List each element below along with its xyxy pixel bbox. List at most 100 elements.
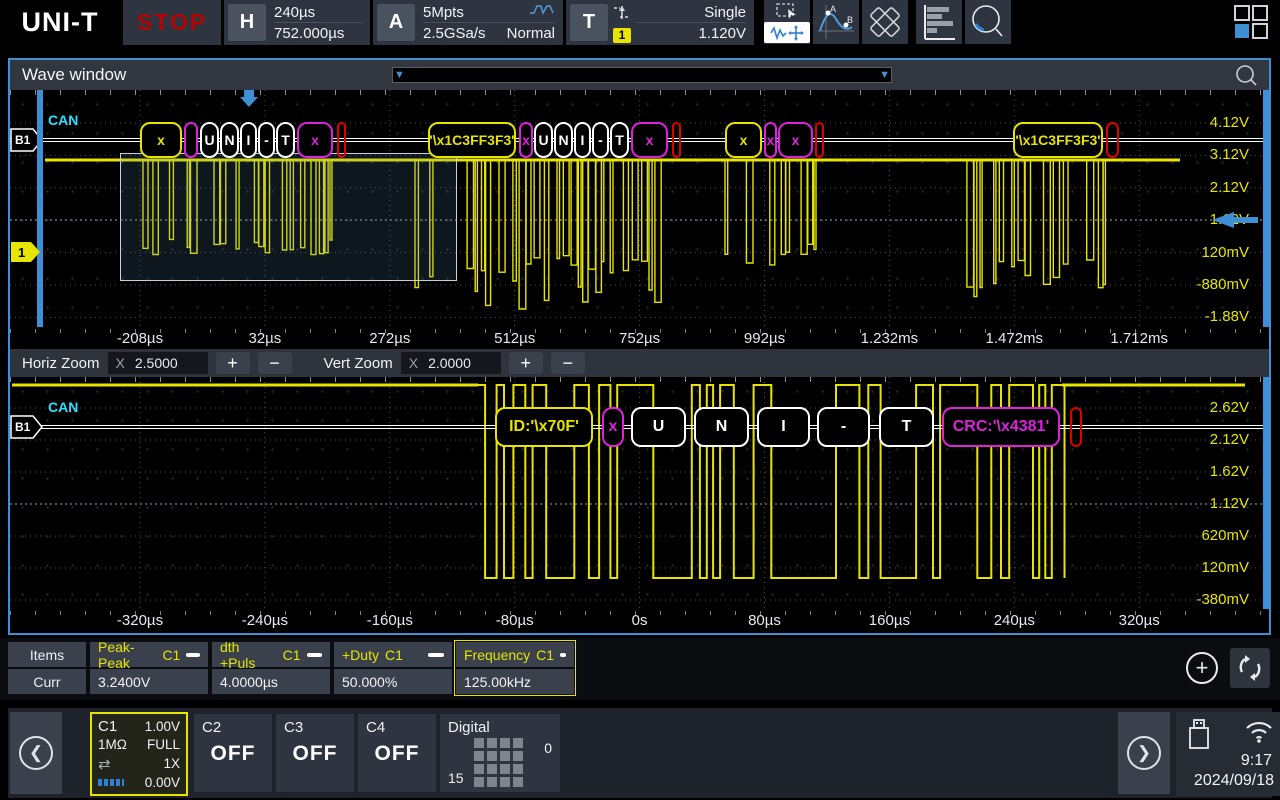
horizontal-scrollbar[interactable]: ▼ ▼: [392, 67, 892, 83]
trigger-panel[interactable]: T 1 Single 1.120V: [566, 0, 754, 45]
wave-window-title: Wave window: [22, 65, 126, 85]
time-label: 272µs: [369, 330, 410, 347]
measure-cell[interactable]: Peak-Peak C1 3.2400V: [90, 642, 208, 694]
measure-items-cell[interactable]: Items Curr: [8, 642, 86, 694]
wifi-icon: [1244, 718, 1274, 755]
volt-label: 2.62V: [1210, 399, 1249, 416]
collapse-dash-icon[interactable]: [428, 653, 444, 657]
zoom-region-box[interactable]: [120, 153, 457, 281]
measure-cell-header: +DutyC1: [334, 642, 452, 667]
measure-cell[interactable]: dth +PulsC14.0000µs: [212, 642, 330, 694]
panel-scroll-right-button[interactable]: ❯: [1118, 712, 1170, 794]
c1-bandwidth: FULL: [147, 737, 180, 752]
time-label: 0s: [632, 612, 648, 629]
main-time-axis: -208µs32µs272µs512µs752µs992µs1.232ms1.4…: [10, 327, 1269, 349]
horizontal-panel[interactable]: H 240µs 752.000µs: [224, 0, 370, 45]
run-state-button[interactable]: STOP: [123, 0, 221, 45]
add-measure-button[interactable]: +: [1186, 652, 1218, 684]
select-region-icon: [764, 0, 810, 21]
collapse-dash-icon[interactable]: [307, 653, 322, 657]
left-scale-bar[interactable]: [37, 90, 43, 327]
measure-value: 3.2400V: [90, 669, 208, 694]
horiz-zoom-plus-button[interactable]: +: [216, 352, 250, 374]
horiz-zoom-minus-button[interactable]: −: [258, 352, 292, 374]
c1-impedance: 1MΩ: [98, 737, 127, 752]
decode-frame: x: [297, 122, 333, 158]
time-label: 992µs: [744, 330, 785, 347]
measure-name: Peak-Peak: [98, 639, 156, 671]
select-zone-tool[interactable]: [764, 0, 810, 44]
histogram-icon: [921, 3, 957, 41]
vert-zoom-label: Vert Zoom: [324, 355, 393, 372]
measure-cell[interactable]: +DutyC150.000%: [334, 642, 452, 694]
volt-label: 620mV: [1201, 527, 1249, 544]
scroll-left-arrow-icon[interactable]: ▼: [393, 70, 406, 80]
vert-zoom-field[interactable]: X 2.0000: [401, 352, 501, 374]
vert-zoom-minus-button[interactable]: −: [551, 352, 585, 374]
channel-c2-tile[interactable]: C2 OFF: [194, 714, 272, 792]
time-label: -80µs: [496, 612, 534, 629]
c2-state: OFF: [194, 742, 272, 766]
time-label: 512µs: [494, 330, 535, 347]
channel-panel: ❮ C1 1.00V 1MΩ FULL ⇄ 1X 0.00V C2 OFF C3…: [8, 708, 1272, 798]
window-layout-tool[interactable]: [1228, 0, 1274, 44]
collapse-dash-icon[interactable]: [186, 653, 200, 657]
channel-c3-tile[interactable]: C3 OFF: [276, 714, 354, 792]
ab-curve-icon: A B: [816, 3, 856, 41]
cursor-ab-tool[interactable]: A B: [813, 0, 859, 44]
volt-label: 120mV: [1201, 244, 1249, 261]
bus-b1-tag[interactable]: B1: [10, 414, 44, 440]
measure-cells: Peak-Peak C1 3.2400Vdth +PulsC14.0000µs+Du…: [90, 642, 578, 694]
panel-scroll-left-button[interactable]: ❮: [10, 712, 62, 794]
oscilloscope-screen: UNI-T STOP H 240µs 752.000µs A 5Mpts 2.5…: [0, 0, 1280, 800]
wave-window: Wave window ▼ ▼ xUNI-Tx'\x1C3FF3F3'xUNI-…: [8, 58, 1271, 635]
measure-tool[interactable]: [862, 0, 908, 44]
vertical-scrollbar[interactable]: [1263, 90, 1269, 327]
search-tool[interactable]: [965, 0, 1011, 44]
sample-rate: 2.5GSa/s: [423, 25, 486, 42]
c1-offset: 0.00V: [145, 775, 180, 790]
decode-frame: I: [574, 122, 591, 158]
volt-label: 3.12V: [1210, 146, 1249, 163]
volt-label: -1.88V: [1205, 308, 1249, 325]
decode-error-marker: [337, 122, 346, 158]
histogram-tool[interactable]: [916, 0, 962, 44]
refresh-button[interactable]: [1230, 648, 1270, 688]
vertical-scrollbar[interactable]: [1263, 377, 1269, 609]
main-waveform-graph[interactable]: xUNI-Tx'\x1C3FF3F3'xUNI-Txxxx'\x1C3FF3F3…: [10, 90, 1269, 327]
trigger-position-marker[interactable]: [237, 90, 261, 108]
horizontal-key: H: [228, 4, 266, 41]
brand-logo: UNI-T: [0, 0, 120, 45]
decode-frame: T: [879, 407, 934, 447]
decode-frame: ID:'\x70F': [495, 407, 593, 447]
time-label: 160µs: [869, 612, 910, 629]
decode-frame: T: [610, 122, 629, 158]
volt-label: 2.12V: [1210, 431, 1249, 448]
chevron-right-icon: ❯: [1127, 736, 1161, 770]
items-row-label: Curr: [8, 669, 86, 694]
decode-frame: I: [757, 407, 810, 447]
collapse-dash-icon[interactable]: [560, 653, 566, 657]
top-toolbar: UNI-T STOP H 240µs 752.000µs A 5Mpts 2.5…: [0, 0, 1280, 45]
c4-state: OFF: [358, 742, 436, 766]
channel-1-marker[interactable]: 1: [10, 241, 42, 263]
time-label: 320µs: [1119, 612, 1160, 629]
channel-c4-tile[interactable]: C4 OFF: [358, 714, 436, 792]
bus-type-label: CAN: [48, 112, 78, 128]
trigger-level-marker[interactable]: [1210, 211, 1260, 229]
acquire-panel[interactable]: A 5Mpts 2.5GSa/s Normal: [373, 0, 563, 45]
zoom-waveform-graph[interactable]: ID:'\x70F'xUNI-TCRC:'\x4381' B1CAN2.62V2…: [10, 377, 1269, 609]
vert-zoom-plus-button[interactable]: +: [509, 352, 543, 374]
channel-bar: ❮ C1 1.00V 1MΩ FULL ⇄ 1X 0.00V C2 OFF C3…: [0, 706, 1280, 800]
decode-frame: [184, 122, 198, 158]
measure-cell-header: dth +PulsC1: [212, 642, 330, 667]
c3-label: C3: [284, 719, 303, 736]
horiz-zoom-field[interactable]: X 2.5000: [108, 352, 208, 374]
decode-frame: U: [200, 122, 219, 158]
time-label: -320µs: [117, 612, 163, 629]
digital-tile[interactable]: Digital 0 15: [440, 714, 560, 792]
measure-source: C1: [162, 647, 180, 663]
scroll-right-arrow-icon[interactable]: ▼: [878, 70, 891, 80]
measure-cell[interactable]: FrequencyC1125.00kHz: [456, 642, 574, 694]
channel-c1-tile[interactable]: C1 1.00V 1MΩ FULL ⇄ 1X 0.00V: [90, 712, 188, 796]
